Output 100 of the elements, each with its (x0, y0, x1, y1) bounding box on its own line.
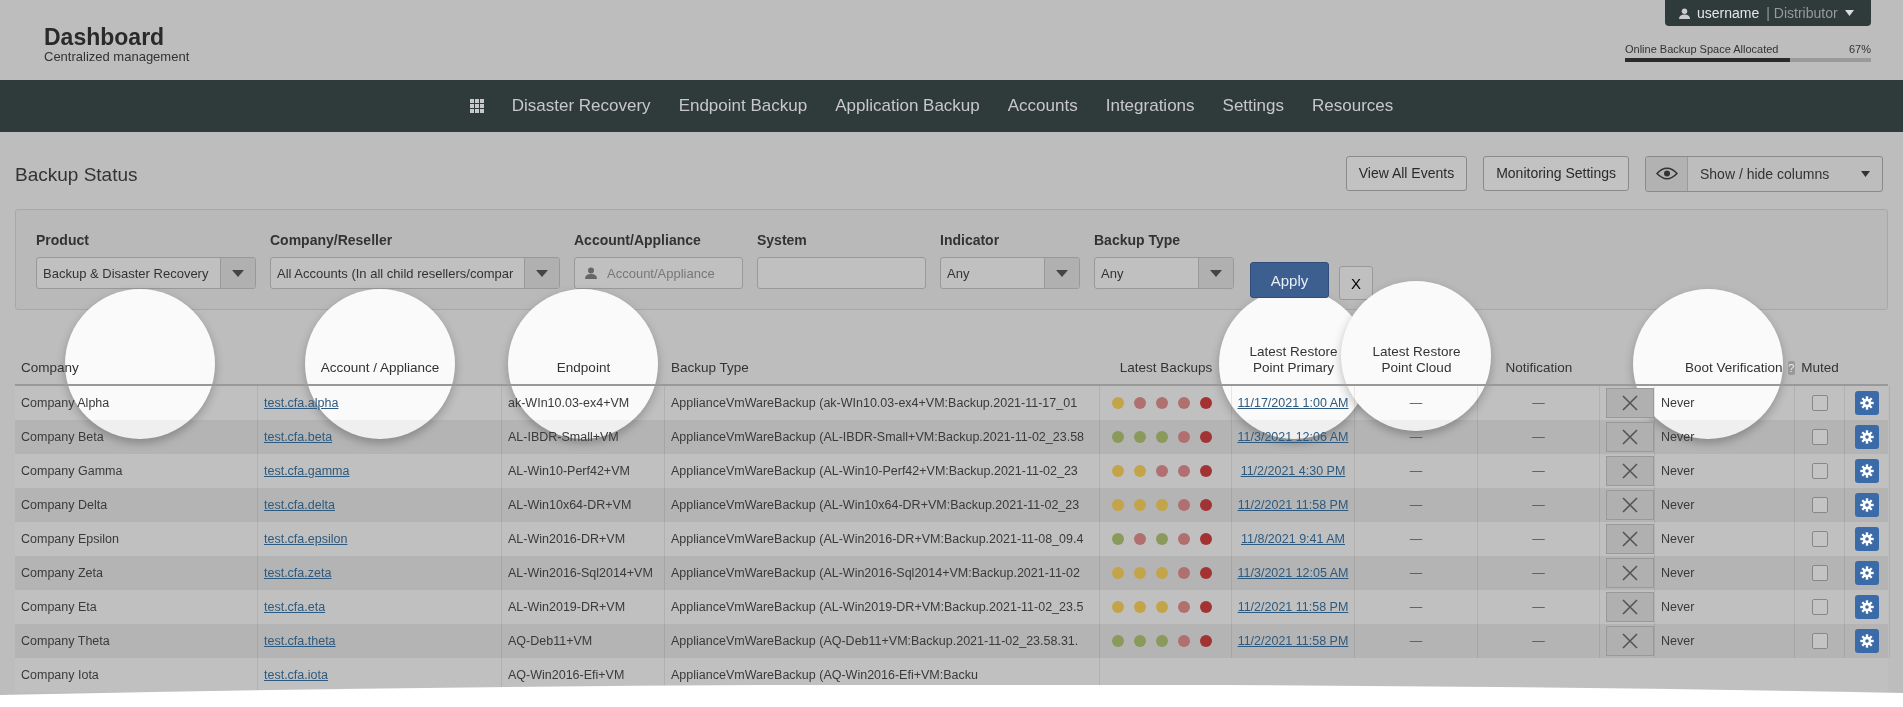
dashboard-subtitle: Centralized management (44, 49, 190, 64)
nav-link[interactable]: Application Backup (835, 96, 980, 116)
settings-button[interactable] (1855, 561, 1879, 585)
column-header: Endpoint (555, 360, 612, 377)
restore-point-link[interactable]: 11/2/2021 11:58 PM (1237, 634, 1349, 648)
muted-checkbox[interactable] (1811, 633, 1828, 649)
settings-button[interactable] (1855, 527, 1879, 551)
boot-screenshot-placeholder[interactable] (1606, 490, 1654, 520)
nav-link[interactable]: Disaster Recovery (511, 96, 651, 116)
settings-button[interactable] (1855, 629, 1879, 653)
table-cell: Company Zeta (15, 556, 258, 590)
boot-screenshot-placeholder[interactable] (1606, 558, 1654, 588)
table-cell: — (1355, 386, 1478, 420)
nav-link[interactable]: Settings (1222, 96, 1284, 116)
table-cell: ak-WIn10.03-ex4+VM (502, 386, 665, 420)
caret-icon (536, 269, 548, 277)
account-link[interactable]: test.cfa.gamma (264, 464, 350, 478)
table-cell: AL-Win10x64-DR+VM (502, 488, 665, 522)
account-link[interactable]: test.cfa.zeta (264, 566, 332, 580)
action-button[interactable]: Monitoring Settings (1483, 155, 1629, 191)
column-header: Latest Restore Point Cloud (1371, 344, 1462, 377)
muted-checkbox[interactable] (1811, 463, 1828, 479)
apply-button[interactable]: Apply (1250, 262, 1329, 298)
table-cell: ApplianceVmWareBackup (AL-Win2016-Sql2014+VM:Backup.2021-11-02 (665, 556, 1100, 590)
table-cell: — (1355, 454, 1478, 488)
settings-icon (1860, 396, 1874, 410)
account-link[interactable]: test.cfa.beta (264, 430, 333, 444)
settings-icon (1860, 634, 1874, 648)
boot-screenshot-placeholder[interactable] (1606, 388, 1654, 418)
table-cell: — (1478, 522, 1600, 556)
muted-checkbox[interactable] (1811, 429, 1828, 445)
storage-label: Online Backup Space Allocated (1625, 43, 1779, 55)
account-link[interactable]: test.cfa.theta (264, 634, 336, 648)
table-cell: — (1355, 556, 1478, 590)
caret-icon (1844, 10, 1854, 16)
apps-grid-icon[interactable] (469, 99, 484, 113)
settings-button[interactable] (1855, 425, 1879, 449)
table-cell: ApplianceVmWareBackup (AL-IBDR-Small+VM:Backup.2021-11-02_23.58 (665, 420, 1100, 454)
filter-select[interactable]: All Accounts (In all child resellers/compar (270, 257, 560, 289)
nav-link[interactable]: Endpoint Backup (678, 96, 808, 116)
restore-point-link[interactable]: 11/3/2021 12:05 AM (1237, 566, 1349, 580)
table-cell: Company Delta (15, 488, 258, 522)
table-cell: AL-Win2019-DR+VM (502, 590, 665, 624)
nav-link[interactable]: Resources (1312, 96, 1394, 116)
account-link[interactable]: test.cfa.eta (264, 600, 326, 614)
restore-point-link[interactable]: 11/8/2021 9:41 AM (1241, 532, 1345, 546)
account-link[interactable]: test.cfa.iota (264, 668, 328, 682)
table-cell: — (1478, 488, 1600, 522)
filter-label: Account/Appliance (574, 232, 702, 248)
account-link[interactable]: test.cfa.delta (264, 498, 335, 512)
restore-point-link[interactable]: 11/2/2021 11:58 PM (1237, 498, 1349, 512)
boot-screenshot-placeholder[interactable] (1606, 422, 1654, 452)
table-cell: — (1478, 420, 1600, 454)
restore-point-link[interactable]: 11/17/2021 1:00 AM (1237, 396, 1349, 410)
table-cell: — (1355, 420, 1478, 454)
boot-screenshot-placeholder[interactable] (1606, 456, 1654, 486)
filter-select[interactable]: Any (1094, 257, 1234, 289)
account-link[interactable]: test.cfa.epsilon (264, 532, 348, 546)
clear-button[interactable]: X (1339, 266, 1373, 300)
caret-icon (1210, 269, 1222, 277)
table-cell: Never (1655, 386, 1795, 420)
boot-screenshot-placeholder[interactable] (1606, 524, 1654, 554)
settings-button[interactable] (1855, 391, 1879, 415)
muted-checkbox[interactable] (1811, 395, 1828, 411)
filter-select[interactable]: Any (940, 257, 1080, 289)
table-cell: Never (1655, 590, 1795, 624)
columns-toggle[interactable]: Show / hide columns (1645, 155, 1883, 192)
table-cell: ApplianceVmWareBackup (AL-Win2016-DR+VM:Backup.2021-11-08_09.4 (665, 522, 1100, 556)
table-cell: Never (1655, 420, 1795, 454)
filter-label: Backup Type (1094, 232, 1182, 248)
settings-icon (1860, 464, 1874, 478)
settings-button[interactable] (1855, 493, 1879, 517)
restore-point-link[interactable]: 11/2/2021 11:58 PM (1237, 600, 1349, 614)
system-field[interactable] (757, 257, 926, 289)
settings-icon (1860, 532, 1874, 546)
muted-checkbox[interactable] (1811, 531, 1828, 547)
muted-checkbox[interactable] (1811, 565, 1828, 581)
table-cell: Never (1655, 624, 1795, 658)
boot-screenshot-placeholder[interactable] (1606, 592, 1654, 622)
boot-screenshot-placeholder[interactable] (1606, 626, 1654, 656)
filter-label: Product (36, 232, 90, 248)
nav-link[interactable]: Accounts (1007, 96, 1078, 116)
action-button[interactable]: View All Events (1345, 155, 1468, 191)
close-icon (1622, 395, 1638, 411)
user-menu[interactable]: username | Distributor (1665, 0, 1871, 26)
filter-select[interactable]: Backup & Disaster Recovery (36, 257, 256, 289)
account-link[interactable]: test.cfa.alpha (264, 396, 339, 410)
muted-checkbox[interactable] (1811, 599, 1828, 615)
table-cell: AL-Win2016-DR+VM (502, 522, 665, 556)
restore-point-link[interactable]: 11/2/2021 4:30 PM (1240, 464, 1346, 478)
caret-icon (1056, 269, 1068, 277)
muted-checkbox[interactable] (1811, 497, 1828, 513)
settings-button[interactable] (1855, 595, 1879, 619)
column-header: Latest Restore Point Primary (1248, 344, 1339, 377)
filter-label: Company/Reseller (270, 232, 394, 248)
account-field[interactable]: Account/Appliance (574, 257, 743, 289)
settings-button[interactable] (1855, 459, 1879, 483)
nav-link[interactable]: Integrations (1105, 96, 1195, 116)
dashboard-title: Dashboard (44, 25, 166, 49)
close-icon (1622, 463, 1638, 479)
